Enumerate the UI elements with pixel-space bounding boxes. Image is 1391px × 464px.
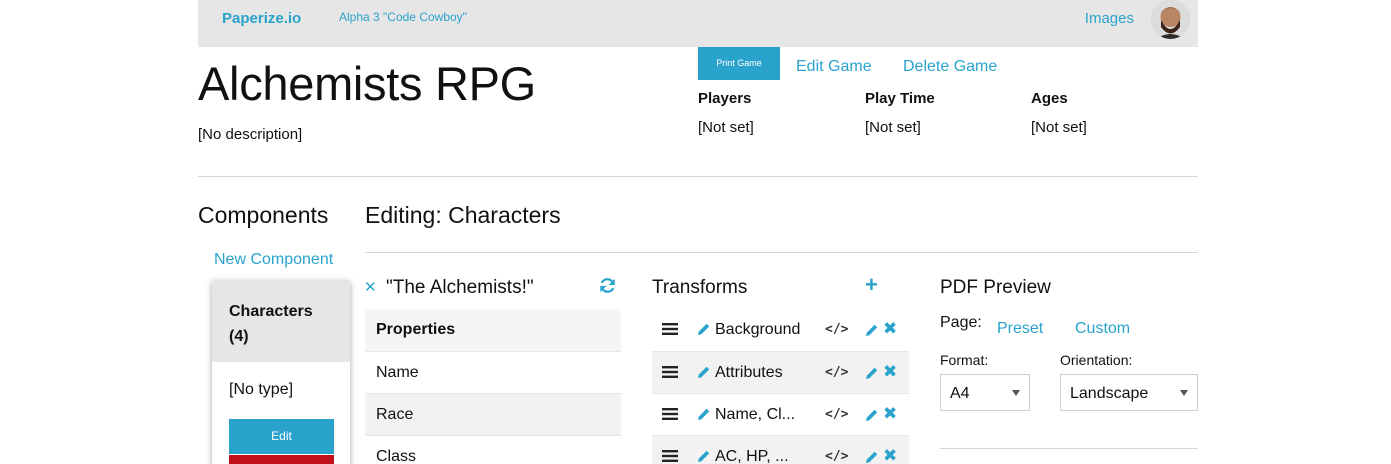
x-icon[interactable]: ✖	[883, 319, 897, 339]
format-label: Format:	[940, 352, 989, 368]
properties-table: Properties Name Race Class	[365, 309, 621, 464]
x-icon[interactable]: ✖	[883, 404, 897, 424]
pdf-divider	[940, 448, 1198, 449]
print-game-button[interactable]: Print Game	[698, 47, 780, 80]
drag-handle-icon[interactable]	[662, 365, 678, 379]
orientation-label: Orientation:	[1060, 352, 1133, 368]
code-icon[interactable]: </>	[825, 365, 848, 380]
chevron-down-icon	[1180, 390, 1188, 396]
drag-handle-icon[interactable]	[662, 407, 678, 421]
pencil-icon[interactable]	[697, 449, 711, 463]
close-icon[interactable]: ✕	[364, 278, 377, 296]
transform-name[interactable]: Background	[715, 321, 800, 339]
orientation-value: Landscape	[1070, 385, 1149, 402]
format-value: A4	[950, 385, 970, 402]
preset-tab[interactable]: Preset	[997, 320, 1043, 338]
top-navbar: Paperize.io Alpha 3 "Code Cowboy" Images	[198, 0, 1198, 47]
pencil-icon[interactable]	[865, 366, 879, 380]
properties-header: Properties	[365, 309, 621, 351]
component-card[interactable]: Characters (4) [No type] Edit	[212, 281, 350, 464]
editing-divider	[365, 252, 1198, 253]
game-title: Alchemists RPG	[198, 57, 536, 110]
play-time-value: [Not set]	[865, 119, 921, 136]
x-icon[interactable]: ✖	[883, 446, 897, 464]
new-component-link[interactable]: New Component	[214, 251, 333, 269]
plus-icon[interactable]: +	[865, 272, 878, 298]
pdf-preview-heading: PDF Preview	[940, 277, 1051, 298]
page-label: Page:	[940, 314, 982, 331]
ages-value: [Not set]	[1031, 119, 1087, 136]
property-row[interactable]: Name	[365, 351, 621, 393]
transform-row[interactable]: Attributes </> ✖	[652, 351, 909, 393]
user-avatar[interactable]	[1151, 0, 1190, 39]
code-icon[interactable]: </>	[825, 407, 848, 422]
transform-row[interactable]: Name, Cl... </> ✖	[652, 393, 909, 435]
orientation-select[interactable]: Landscape	[1060, 374, 1198, 411]
pencil-icon[interactable]	[865, 450, 879, 464]
editing-heading: Editing: Characters	[365, 202, 561, 228]
players-label: Players	[698, 90, 752, 107]
transform-name[interactable]: Attributes	[715, 364, 783, 382]
edit-game-link[interactable]: Edit Game	[796, 58, 872, 76]
transforms-heading: Transforms	[652, 277, 748, 298]
header-divider	[198, 176, 1198, 177]
drag-handle-icon[interactable]	[662, 449, 678, 463]
transform-name[interactable]: Name, Cl...	[715, 406, 795, 424]
format-select[interactable]: A4	[940, 374, 1030, 411]
transform-name[interactable]: AC, HP, ...	[715, 448, 789, 464]
refresh-icon[interactable]	[599, 277, 616, 294]
delete-game-link[interactable]: Delete Game	[903, 58, 997, 76]
custom-tab[interactable]: Custom	[1075, 320, 1130, 338]
chevron-down-icon	[1012, 390, 1020, 396]
pencil-icon[interactable]	[865, 408, 879, 422]
brand-link[interactable]: Paperize.io	[222, 10, 301, 27]
transform-row[interactable]: AC, HP, ... </> ✖	[652, 435, 909, 464]
pencil-icon[interactable]	[697, 322, 711, 336]
component-delete-button[interactable]	[229, 455, 334, 464]
pencil-icon[interactable]	[865, 323, 879, 337]
property-row[interactable]: Race	[365, 393, 621, 435]
component-type: [No type]	[229, 381, 294, 398]
components-heading: Components	[198, 202, 329, 228]
pencil-icon[interactable]	[697, 407, 711, 421]
code-icon[interactable]: </>	[825, 449, 848, 464]
game-description: [No description]	[198, 126, 303, 143]
code-icon[interactable]: </>	[825, 322, 848, 337]
version-label: Alpha 3 "Code Cowboy"	[339, 10, 467, 24]
property-row[interactable]: Class	[365, 435, 621, 464]
pencil-icon[interactable]	[697, 365, 711, 379]
players-value: [Not set]	[698, 119, 754, 136]
component-edit-button[interactable]: Edit	[229, 419, 334, 454]
transforms-list: Background </> ✖ Attributes </> ✖ Name, …	[652, 309, 909, 464]
avatar-photo-icon	[1151, 0, 1190, 39]
transform-row[interactable]: Background </> ✖	[652, 309, 909, 351]
item-name: "The Alchemists!"	[386, 277, 534, 298]
component-card-title: Characters (4)	[212, 281, 350, 362]
images-link[interactable]: Images	[1085, 10, 1134, 27]
ages-label: Ages	[1031, 90, 1068, 107]
drag-handle-icon[interactable]	[662, 322, 678, 336]
x-icon[interactable]: ✖	[883, 362, 897, 382]
play-time-label: Play Time	[865, 90, 935, 107]
